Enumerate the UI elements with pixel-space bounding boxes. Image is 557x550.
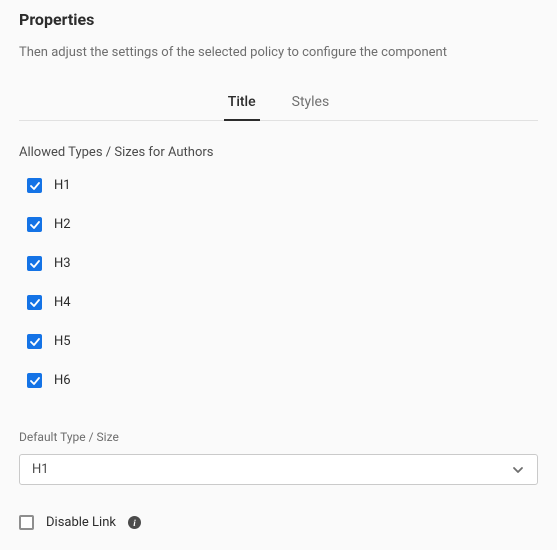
checkbox-h3[interactable] [27,256,42,271]
checkbox-h2[interactable] [27,217,42,232]
checkbox-label: H6 [54,373,71,388]
list-item: H4 [27,295,538,310]
list-item: H6 [27,373,538,388]
list-item: H3 [27,256,538,271]
checkbox-label: H2 [54,217,71,232]
tabs: Title Styles [19,88,538,121]
checkbox-label: H4 [54,295,71,310]
tab-styles[interactable]: Styles [288,88,334,120]
select-value: H1 [32,462,49,477]
checkbox-h4[interactable] [27,295,42,310]
info-icon[interactable]: i [128,516,141,529]
disable-link-label: Disable Link [46,515,116,530]
chevron-down-icon [511,463,525,477]
list-item: H2 [27,217,538,232]
checkbox-h5[interactable] [27,334,42,349]
list-item: H5 [27,334,538,349]
checkbox-h6[interactable] [27,373,42,388]
default-type-label: Default Type / Size [19,430,538,444]
default-type-select[interactable]: H1 [19,454,538,485]
checkbox-disable-link[interactable] [19,515,34,530]
checkbox-label: H3 [54,256,71,271]
checkbox-label: H1 [54,178,71,193]
allowed-types-list: H1 H2 H3 H4 H5 [19,178,538,388]
list-item: H1 [27,178,538,193]
checkbox-h1[interactable] [27,178,42,193]
allowed-types-label: Allowed Types / Sizes for Authors [19,145,538,160]
checkbox-label: H5 [54,334,71,349]
tab-title[interactable]: Title [224,88,260,120]
panel-description: Then adjust the settings of the selected… [19,45,538,60]
panel-title: Properties [19,10,538,29]
disable-link-row: Disable Link i [19,515,538,530]
